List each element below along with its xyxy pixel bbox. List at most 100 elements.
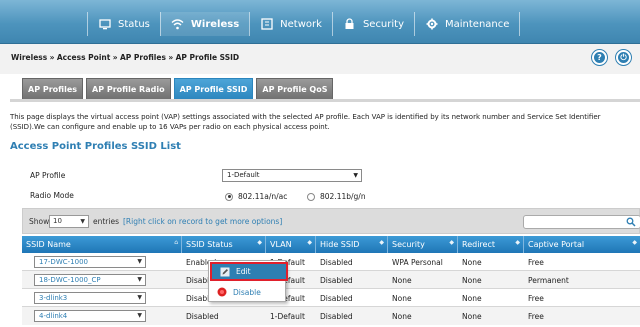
security: None: [392, 311, 412, 321]
context-menu-disable[interactable]: Disable: [209, 283, 285, 301]
nav-status-label: Status: [118, 18, 150, 30]
col-security[interactable]: Security ◆: [388, 236, 458, 253]
profile-form: AP Profile 1-Default ▼ Radio Mode 802.11…: [22, 158, 640, 206]
chevron-down-icon: ▼: [353, 172, 358, 179]
col-redirect-label: Redirect: [462, 240, 495, 249]
redirect: None: [462, 257, 482, 267]
nav-network[interactable]: Network: [249, 12, 332, 36]
col-hide-ssid-label: Hide SSID: [320, 240, 360, 249]
main-nav: Status Wireless Network Security Mainten…: [87, 12, 521, 36]
gear-icon: [425, 18, 438, 31]
ssid-value: 3-dlink3: [39, 294, 68, 302]
col-captive-portal[interactable]: Captive Portal ◆: [524, 236, 640, 253]
col-captive-portal-label: Captive Portal: [528, 240, 585, 249]
security: None: [392, 275, 412, 285]
crumb-sep: »: [49, 53, 55, 62]
col-ssid-name[interactable]: SSID Name ⌂: [22, 236, 182, 253]
crumb-wireless[interactable]: Wireless: [11, 53, 47, 62]
table-header: SSID Name ⌂ SSID Status ◆ VLAN ◆ Hide SS…: [22, 236, 640, 253]
radio-option-a[interactable]: 802.11a/n/ac: [225, 192, 287, 201]
chevron-down-icon: ▼: [137, 312, 142, 319]
sort-icon: ◆: [632, 239, 637, 246]
entries-select[interactable]: 10 ▼: [49, 215, 89, 228]
nav-wireless-label: Wireless: [190, 18, 240, 30]
chevron-down-icon: ▼: [137, 276, 142, 283]
breadcrumb-bar: Wireless » Access Point » AP Profiles » …: [0, 44, 640, 74]
entries-value: 10: [53, 217, 62, 225]
table-row[interactable]: 4-dlink4 ▼ Disabled 1-Default Disabled No…: [22, 307, 640, 325]
monitor-icon: [98, 18, 111, 31]
table-row[interactable]: 3-dlink3 ▼ Disabled 1-Default Disabled No…: [22, 289, 640, 307]
ssid-select[interactable]: 18-DWC-1000_CP ▼: [34, 274, 146, 286]
tab-list: AP Profiles AP Profile Radio AP Profile …: [22, 78, 336, 100]
radio-option-a-label: 802.11a/n/ac: [238, 192, 288, 201]
redirect: None: [462, 293, 482, 303]
disable-icon: [217, 287, 227, 297]
ssid-value: 4-dlink4: [39, 312, 68, 320]
context-menu-edit[interactable]: Edit: [212, 264, 288, 279]
vlan: 1-Default: [270, 311, 305, 321]
crumb-access-point[interactable]: Access Point: [57, 53, 110, 62]
nav-wireless[interactable]: Wireless: [159, 12, 250, 36]
tab-ap-profile-ssid[interactable]: AP Profile SSID: [173, 78, 254, 100]
ssid-select[interactable]: 4-dlink4 ▼: [34, 310, 146, 322]
tab-ap-profile-radio[interactable]: AP Profile Radio: [86, 78, 171, 100]
logout-button[interactable]: ⏻: [616, 50, 631, 65]
nav-status[interactable]: Status: [87, 12, 160, 36]
radio-selected-icon: [225, 192, 233, 201]
ap-profile-select[interactable]: 1-Default ▼: [222, 169, 362, 182]
wifi-icon: [171, 18, 184, 31]
table-row[interactable]: 17-DWC-1000▼ Enabled 1-Default Disabled …: [22, 253, 640, 271]
context-menu-disable-label: Disable: [233, 287, 261, 297]
crumb-ap-profile-ssid: AP Profile SSID: [175, 53, 240, 62]
hide-ssid: Disabled: [320, 293, 353, 303]
crumb-sep: »: [168, 53, 174, 62]
tab-divider: [10, 99, 640, 102]
col-hide-ssid[interactable]: Hide SSID ◆: [316, 236, 388, 253]
chevron-down-icon: ▼: [137, 258, 142, 265]
lock-icon: [343, 18, 356, 31]
col-ssid-status[interactable]: SSID Status ◆: [182, 236, 266, 253]
hide-ssid: Disabled: [320, 257, 353, 267]
radio-option-b[interactable]: 802.11b/g/n: [307, 192, 366, 201]
chevron-down-icon: ▼: [80, 218, 85, 225]
sort-icon: ◆: [449, 239, 454, 246]
col-ssid-name-label: SSID Name: [26, 240, 71, 249]
pencil-icon: [220, 267, 230, 277]
security: None: [392, 293, 412, 303]
tab-ap-profiles[interactable]: AP Profiles: [22, 78, 84, 100]
tab-ap-profile-qos[interactable]: AP Profile QoS: [256, 78, 334, 100]
nav-maintenance[interactable]: Maintenance: [414, 12, 521, 36]
col-ssid-status-label: SSID Status: [186, 240, 233, 249]
sort-icon: ◆: [257, 239, 262, 246]
col-security-label: Security: [392, 240, 425, 249]
table-controls: Show 10 ▼ entries [Right click on record…: [22, 208, 640, 234]
ap-profile-label: AP Profile: [30, 171, 66, 180]
table-row[interactable]: 18-DWC-1000_CP▼ Disabled 1-Default Disab…: [22, 271, 640, 289]
sort-icon: ◆: [515, 239, 520, 246]
search-icon[interactable]: [626, 217, 636, 229]
home-icon: ⌂: [174, 239, 178, 246]
captive-portal: Permanent: [528, 275, 569, 285]
sort-icon: ◆: [307, 239, 312, 246]
col-vlan[interactable]: VLAN ◆: [266, 236, 316, 253]
col-redirect[interactable]: Redirect ◆: [458, 236, 524, 253]
context-menu-edit-label: Edit: [236, 267, 251, 276]
context-menu-edit-highlight: Edit: [210, 262, 288, 281]
ssid-select[interactable]: 3-dlink3 ▼: [34, 292, 146, 304]
radio-mode-label: Radio Mode: [30, 191, 74, 200]
redirect: None: [462, 275, 482, 285]
list-title: Access Point Profiles SSID List: [10, 141, 181, 152]
radio-unselected-icon: [307, 192, 315, 201]
redirect: None: [462, 311, 482, 321]
hide-ssid: Disabled: [320, 311, 353, 321]
crumb-ap-profiles[interactable]: AP Profiles: [120, 53, 166, 62]
nav-maintenance-label: Maintenance: [445, 18, 510, 30]
captive-portal: Free: [528, 293, 544, 303]
breadcrumb: Wireless » Access Point » AP Profiles » …: [11, 53, 239, 62]
entries-label: entries: [93, 217, 119, 226]
ssid-select[interactable]: 17-DWC-1000 ▼: [34, 256, 146, 268]
search-input[interactable]: [523, 215, 640, 229]
help-button[interactable]: ?: [592, 50, 607, 65]
nav-security[interactable]: Security: [331, 12, 414, 36]
